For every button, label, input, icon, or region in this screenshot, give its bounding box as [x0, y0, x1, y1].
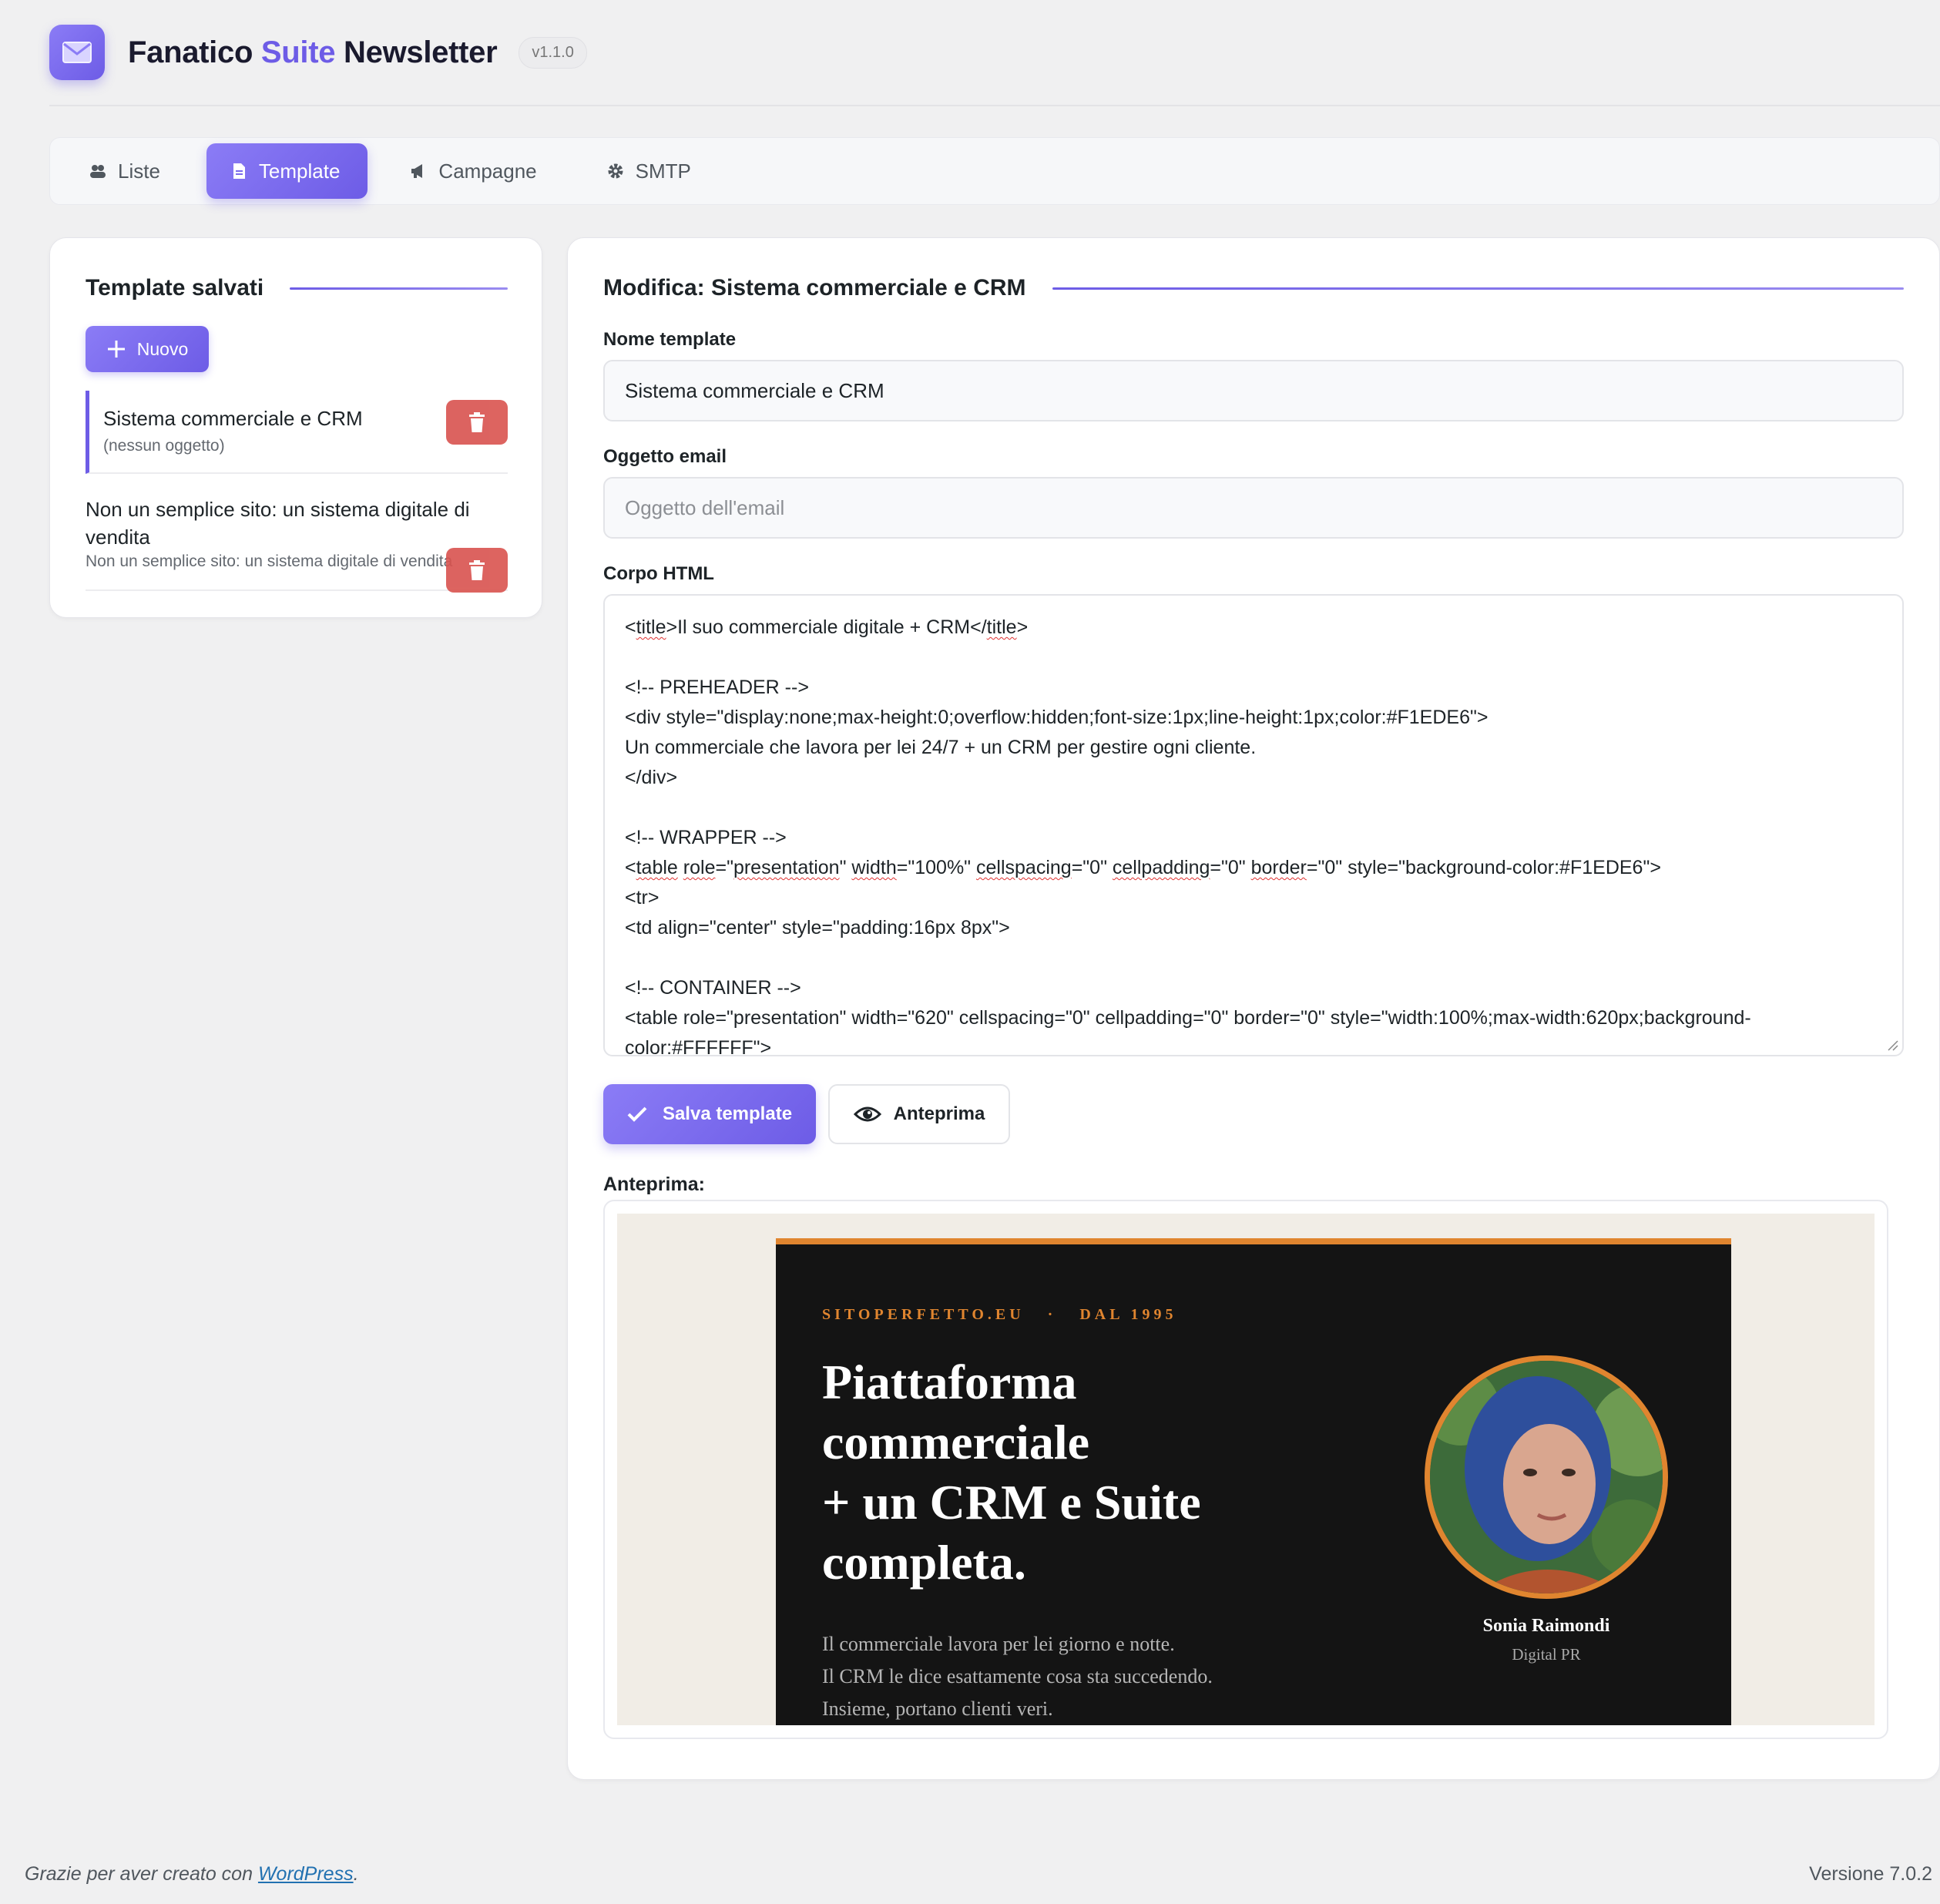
email-preview-background: SITOPERFETTO.EU · DAL 1995 Piattaforma c… — [617, 1214, 1875, 1725]
users-icon — [90, 165, 106, 178]
code-line: Un commerciale che lavora per lei 24/7 +… — [625, 737, 1257, 758]
trash-icon — [469, 560, 485, 580]
title-divider — [1052, 287, 1904, 290]
code-line: <div style="display:none;max-height:0;ov… — [625, 707, 1489, 728]
editor-title: Modifica: Sistema commerciale e CRM — [603, 275, 1026, 301]
template-item[interactable]: Sistema commerciale e CRM (nessun oggett… — [86, 391, 508, 474]
email-headline: Piattaforma commerciale + un CRM e Suite… — [822, 1355, 1201, 1590]
new-template-button[interactable]: Nuovo — [86, 326, 209, 372]
tab-smtp[interactable]: SMTP — [583, 143, 719, 199]
email-eyebrow: SITOPERFETTO.EU · DAL 1995 — [822, 1306, 1177, 1323]
tab-template[interactable]: Template — [206, 143, 368, 199]
resize-handle-icon[interactable] — [1885, 1038, 1899, 1052]
main-tabs: Liste Template Campagne SMTP — [49, 137, 1940, 205]
template-name-label: Nome template — [603, 329, 737, 350]
html-body-textarea[interactable]: <title>Il suo commerciale digitale + CRM… — [603, 594, 1904, 1056]
megaphone-icon — [411, 164, 423, 178]
email-subject-label: Oggetto email — [603, 446, 727, 467]
email-subject-input[interactable] — [603, 477, 1904, 539]
footer-version: Versione 7.0.2 — [1809, 1863, 1932, 1885]
saved-templates-title: Template salvati — [86, 275, 264, 301]
code-line: <!-- PREHEADER --> — [625, 677, 809, 698]
tab-liste[interactable]: Liste — [65, 143, 188, 199]
email-hero-card: SITOPERFETTO.EU · DAL 1995 Piattaforma c… — [776, 1238, 1731, 1725]
gear-icon — [608, 163, 623, 179]
saved-templates-panel: Template salvati Nuovo Sistema commercia… — [49, 237, 542, 618]
email-body-copy: Il commerciale lavora per lei giorno e n… — [822, 1633, 1213, 1720]
check-icon — [627, 1106, 647, 1122]
wordpress-link[interactable]: WordPress — [258, 1863, 354, 1885]
plus-icon — [107, 341, 125, 358]
code-line: <!-- WRAPPER --> — [625, 827, 787, 848]
avatar-photo — [1430, 1361, 1663, 1593]
preview-label: Anteprima: — [603, 1174, 705, 1195]
template-item[interactable]: Non un semplice sito: un sistema digital… — [86, 486, 508, 593]
delete-template-button[interactable] — [446, 400, 508, 445]
html-body-label: Corpo HTML — [603, 563, 714, 584]
code-line: <table role="presentation" width="100%" … — [625, 857, 1661, 878]
person-role: Digital PR — [1512, 1645, 1581, 1664]
template-item-subject: Non un semplice sito: un sistema digital… — [86, 552, 453, 570]
app-title: Fanatico Suite Newsletter — [128, 35, 498, 69]
avatar — [1425, 1355, 1668, 1599]
eye-icon — [853, 1106, 881, 1122]
template-editor-panel: Modifica: Sistema commerciale e CRM Nome… — [567, 237, 1940, 1780]
tab-campagne[interactable]: Campagne — [386, 143, 564, 199]
template-item-name: Non un semplice sito: un sistema digital… — [86, 498, 470, 549]
code-line: <tr> — [625, 887, 660, 908]
code-line: </div> — [625, 767, 678, 788]
code-line: <title>Il suo commerciale digitale + CRM… — [625, 616, 1029, 638]
code-line: <td align="center" style="padding:16px 8… — [625, 917, 1010, 939]
version-badge: v1.1.0 — [519, 36, 587, 69]
preview-button[interactable]: Anteprima — [828, 1084, 1010, 1144]
mail-icon — [62, 42, 92, 63]
delete-template-button[interactable] — [446, 548, 508, 593]
save-template-button[interactable]: Salva template — [603, 1084, 816, 1144]
document-icon — [233, 163, 245, 179]
code-line: <!-- CONTAINER --> — [625, 977, 801, 999]
code-line: <table role="presentation" width="620" c… — [625, 1007, 1751, 1056]
footer-credits: Grazie per aver creato con WordPress. — [25, 1863, 359, 1885]
person-name: Sonia Raimondi — [1482, 1616, 1610, 1636]
title-divider — [290, 287, 508, 290]
app-logo — [49, 25, 105, 80]
email-preview-frame: SITOPERFETTO.EU · DAL 1995 Piattaforma c… — [603, 1200, 1888, 1739]
trash-icon — [469, 412, 485, 432]
template-name-input[interactable] — [603, 360, 1904, 421]
app-header: Fanatico Suite Newsletter v1.1.0 — [49, 25, 1940, 106]
